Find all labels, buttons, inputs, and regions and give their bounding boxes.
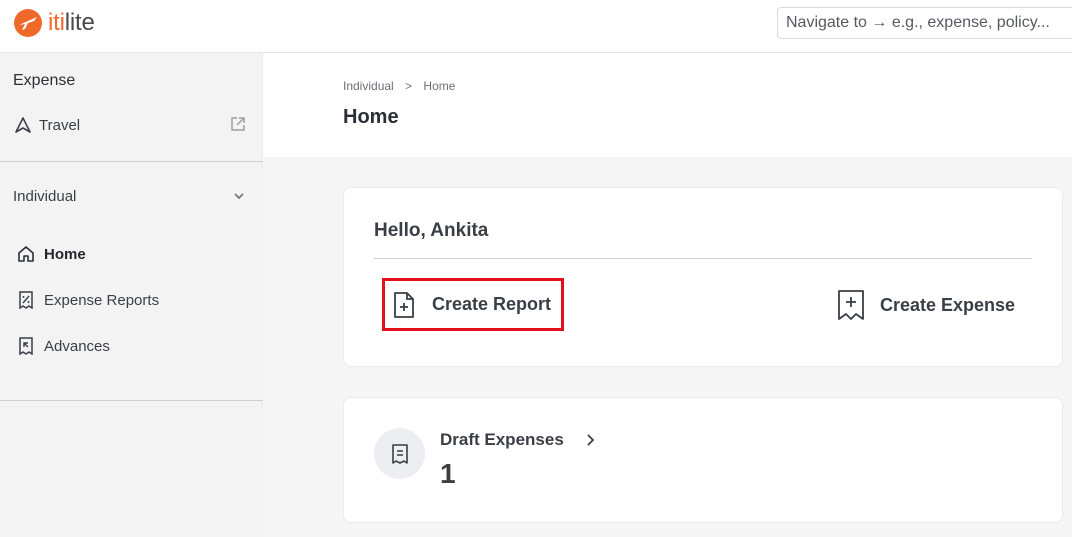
top-bar: itilite — [0, 0, 1072, 53]
receipt-plus-icon — [838, 290, 864, 320]
breadcrumb: Individual > Home — [343, 79, 463, 93]
sidebar-item-label: Advances — [44, 337, 110, 355]
breadcrumb-separator: > — [405, 79, 413, 93]
create-expense-label: Create Expense — [880, 294, 1016, 315]
sidebar: Expense Travel Individual Home Expense R… — [0, 53, 263, 537]
sidebar-section-individual[interactable]: Individual — [13, 183, 253, 209]
brand-name: itilite — [48, 9, 95, 37]
external-link-icon — [231, 117, 245, 131]
breadcrumb-item-individual[interactable]: Individual — [343, 79, 394, 93]
receipt-percent-icon — [16, 290, 36, 310]
breadcrumb-item-home: Home — [423, 79, 456, 93]
draft-expenses-link[interactable]: Draft Expenses — [440, 430, 598, 450]
greeting-card: Hello, Ankita Create Report Create Expen… — [343, 187, 1063, 367]
create-report-label: Create Report — [432, 294, 552, 314]
page-title: Home — [343, 106, 399, 128]
navigate-search-input[interactable] — [777, 7, 1072, 39]
sidebar-item-home[interactable]: Home — [16, 240, 256, 268]
sidebar-divider — [0, 400, 263, 401]
draft-expenses-card[interactable]: Draft Expenses 1 — [343, 397, 1063, 523]
brand-name-suffix: lite — [64, 9, 95, 36]
card-divider — [374, 258, 1032, 259]
sidebar-item-label: Home — [44, 245, 86, 263]
sidebar-section-label: Individual — [13, 187, 77, 205]
sidebar-item-advances[interactable]: Advances — [16, 332, 256, 360]
chevron-down-icon — [234, 193, 244, 200]
sidebar-heading: Expense — [13, 72, 76, 89]
create-expense-button[interactable]: Create Expense — [836, 288, 1015, 322]
draft-expenses-label: Draft Expenses — [440, 430, 564, 449]
sidebar-item-travel[interactable]: Travel — [13, 112, 253, 138]
sidebar-item-label: Travel — [39, 116, 81, 134]
page-header: Individual > Home Home — [263, 53, 1072, 157]
create-report-button[interactable]: Create Report — [382, 278, 564, 331]
brand-name-prefix: iti — [48, 9, 65, 36]
home-icon — [16, 244, 36, 264]
draft-icon-circle — [374, 428, 425, 479]
sidebar-item-label: Expense Reports — [44, 291, 160, 309]
sidebar-item-expense-reports[interactable]: Expense Reports — [16, 286, 256, 314]
receipt-icon — [391, 443, 408, 464]
plane-logo-icon — [14, 9, 42, 37]
chevron-right-icon — [587, 434, 595, 446]
greeting-text: Hello, Ankita — [374, 220, 489, 241]
sidebar-divider — [0, 161, 263, 162]
draft-expenses-count: 1 — [440, 458, 456, 489]
travel-icon — [13, 115, 33, 135]
brand-logo[interactable]: itilite — [13, 8, 95, 38]
advance-icon — [16, 336, 36, 356]
file-plus-icon — [394, 291, 414, 318]
